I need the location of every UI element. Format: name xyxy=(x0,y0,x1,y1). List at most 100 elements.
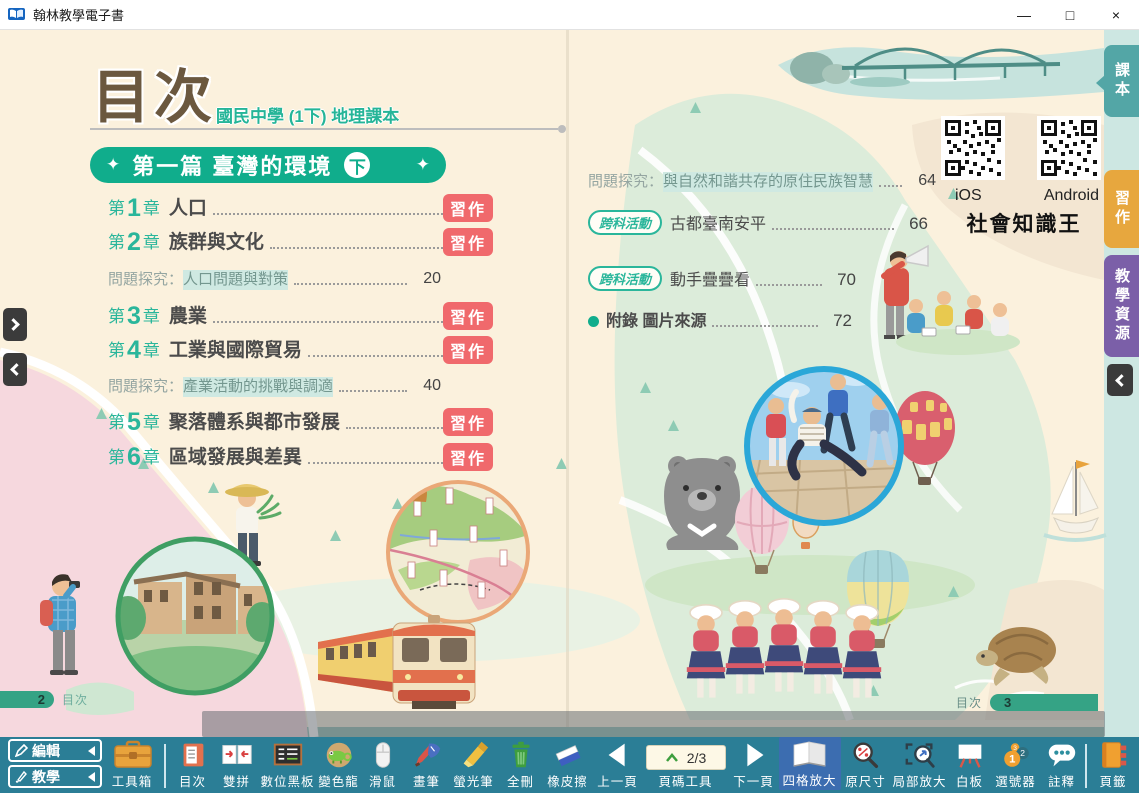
volume-badge: 下 xyxy=(344,152,370,178)
tool-prev-page[interactable]: 上一頁 xyxy=(593,740,643,790)
heading-divider xyxy=(90,128,558,130)
workbook-badge[interactable]: 習作 xyxy=(443,336,493,364)
toolbox-button[interactable]: 工具箱 xyxy=(102,740,162,790)
tab-label: 課本 xyxy=(1111,62,1132,100)
tool-label: 橡皮擦 xyxy=(547,771,588,790)
cross-activity-title: 古都臺南安平 xyxy=(670,214,766,235)
tool-label: 四格放大 xyxy=(783,770,837,789)
tool-page-number[interactable]: 2/3 頁碼工具 xyxy=(643,745,729,790)
page-number-input[interactable]: 2/3 xyxy=(646,745,726,770)
tool-original-size[interactable]: 原尺寸 xyxy=(841,740,891,790)
chameleon-icon xyxy=(322,740,356,770)
workbook-badge[interactable]: 習作 xyxy=(443,194,493,222)
bottom-toolbar: 編輯 教學 工具箱 目次 xyxy=(0,737,1139,793)
toc-entry-cross-activity[interactable]: 跨科活動 動手疊疊看 70 xyxy=(588,266,856,291)
tab-resources[interactable]: 教學資源 xyxy=(1104,255,1139,357)
chapter-title: 族群與文化 xyxy=(169,231,264,254)
tool-delete-all[interactable]: 全刪 xyxy=(499,740,543,790)
tab-textbook[interactable]: 課本 xyxy=(1104,45,1139,117)
edit-mode-button[interactable]: 編輯 xyxy=(8,739,102,762)
workbook-badge[interactable]: 習作 xyxy=(443,408,493,436)
page-scrollbar[interactable] xyxy=(202,711,1105,737)
ios-label: iOS xyxy=(955,187,982,205)
tool-toc[interactable]: 目次 xyxy=(171,740,215,790)
chapter-title: 工業與國際貿易 xyxy=(169,339,302,362)
tool-label: 頁碼工具 xyxy=(658,771,712,790)
toc-entry-chapter-3[interactable]: 第3章 農業 23 習作 xyxy=(108,304,493,328)
page-number-pill: 3 xyxy=(990,694,1098,711)
dual-page-icon xyxy=(220,740,254,770)
teach-mode-label: 教學 xyxy=(32,767,60,787)
workbook-badge[interactable]: 習作 xyxy=(443,443,493,471)
digital-blackboard-icon xyxy=(271,740,305,770)
chapter-title: 區域發展與差異 xyxy=(169,446,302,469)
toc-entry-chapter-4[interactable]: 第4章 工業與國際貿易 31 習作 xyxy=(108,338,493,362)
toc-entry-chapter-1[interactable]: 第1章 人口 5 習作 xyxy=(108,196,493,220)
tool-label: 下一頁 xyxy=(733,771,774,790)
inquiry-label: 問題探究： xyxy=(108,270,183,290)
toc-icon xyxy=(176,740,210,770)
toc-entry-inquiry[interactable]: 問題探究： 產業活動的挑戰與調適 40 xyxy=(108,375,441,397)
page-number-pill: 2 xyxy=(0,691,54,708)
teach-mode-button[interactable]: 教學 xyxy=(8,765,102,788)
footer-label: 目次 xyxy=(62,691,88,708)
close-button[interactable]: × xyxy=(1093,0,1139,29)
page-number: 20 xyxy=(413,268,441,290)
page-number: 70 xyxy=(828,269,856,291)
dot-leader xyxy=(308,462,459,464)
inquiry-label: 問題探究： xyxy=(108,377,183,397)
edit-mode-label: 編輯 xyxy=(32,741,60,761)
tool-pen[interactable]: 畫筆 xyxy=(405,740,449,790)
window-title: 翰林教學電子書 xyxy=(33,5,124,24)
ebook-app-window: 翰林教學電子書 — □ × xyxy=(0,0,1139,793)
toc-entry-inquiry[interactable]: 問題探究： 與自然和諧共存的原住民族智慧 64 xyxy=(588,170,936,192)
workbook-badge[interactable]: 習作 xyxy=(443,228,493,256)
tool-annotation[interactable]: 註釋 xyxy=(1041,740,1083,790)
dot-leader xyxy=(270,247,459,249)
tool-number-picker[interactable]: 3 2 1 選號器 xyxy=(991,740,1041,790)
pencil-icon xyxy=(15,744,28,757)
tool-quad-zoom[interactable]: 四格放大 xyxy=(779,737,841,790)
android-qr-code xyxy=(1037,116,1101,180)
tool-digital-blackboard[interactable]: 數位黑板 xyxy=(259,740,317,790)
qr-codes xyxy=(941,116,1107,180)
title-bar: 翰林教學電子書 — □ × xyxy=(0,0,1139,30)
minimize-button[interactable]: — xyxy=(1001,0,1047,29)
cross-activity-badge: 跨科活動 xyxy=(588,266,662,291)
toc-entry-cross-activity[interactable]: 跨科活動 古都臺南安平 66 xyxy=(588,210,928,235)
tool-mouse[interactable]: 滑鼠 xyxy=(361,740,405,790)
partial-zoom-icon xyxy=(903,740,937,770)
toc-entry-chapter-2[interactable]: 第2章 族群與文化 13 習作 xyxy=(108,230,493,254)
next-page-icon xyxy=(737,740,771,770)
svg-text:1: 1 xyxy=(1009,754,1015,766)
prev-page-edge-button[interactable] xyxy=(3,353,27,386)
dot-leader xyxy=(339,390,407,392)
tool-bookmark[interactable]: 頁籤 xyxy=(1091,740,1135,790)
tool-partial-zoom[interactable]: 局部放大 xyxy=(891,740,949,790)
workbook-badge[interactable]: 習作 xyxy=(443,302,493,330)
star-icon: ✦ xyxy=(416,155,430,175)
annotation-icon xyxy=(1045,740,1079,770)
maximize-button[interactable]: □ xyxy=(1047,0,1093,29)
chevron-right-icon xyxy=(7,318,20,331)
book-icon xyxy=(8,7,25,22)
tool-whiteboard[interactable]: 白板 xyxy=(949,740,991,790)
sidebar-collapse-button[interactable] xyxy=(1107,364,1133,396)
panel-open-button[interactable] xyxy=(3,308,27,341)
tab-workbook[interactable]: 習作 xyxy=(1104,170,1139,248)
chevron-left-icon xyxy=(10,363,23,376)
chapter-number: 第6章 xyxy=(108,445,160,469)
tool-dual-page[interactable]: 雙拼 xyxy=(215,740,259,790)
tool-chameleon[interactable]: 變色龍 xyxy=(317,740,361,790)
toc-entry-chapter-6[interactable]: 第6章 區域發展與差異 51 習作 xyxy=(108,445,493,469)
footer-label: 目次 xyxy=(956,694,982,711)
tool-eraser[interactable]: 橡皮擦 xyxy=(543,740,593,790)
tool-highlighter[interactable]: 螢光筆 xyxy=(449,740,499,790)
tool-next-page[interactable]: 下一頁 xyxy=(729,740,779,790)
eraser-icon xyxy=(551,740,585,770)
dot-leader xyxy=(879,185,902,187)
tool-label: 數位黑板 xyxy=(260,771,314,790)
toc-entry-chapter-5[interactable]: 第5章 聚落體系與都市發展 43 習作 xyxy=(108,410,493,434)
toc-entry-appendix[interactable]: 附錄 圖片來源 72 xyxy=(588,310,852,332)
toc-entry-inquiry[interactable]: 問題探究： 人口問題與對策 20 xyxy=(108,268,441,290)
